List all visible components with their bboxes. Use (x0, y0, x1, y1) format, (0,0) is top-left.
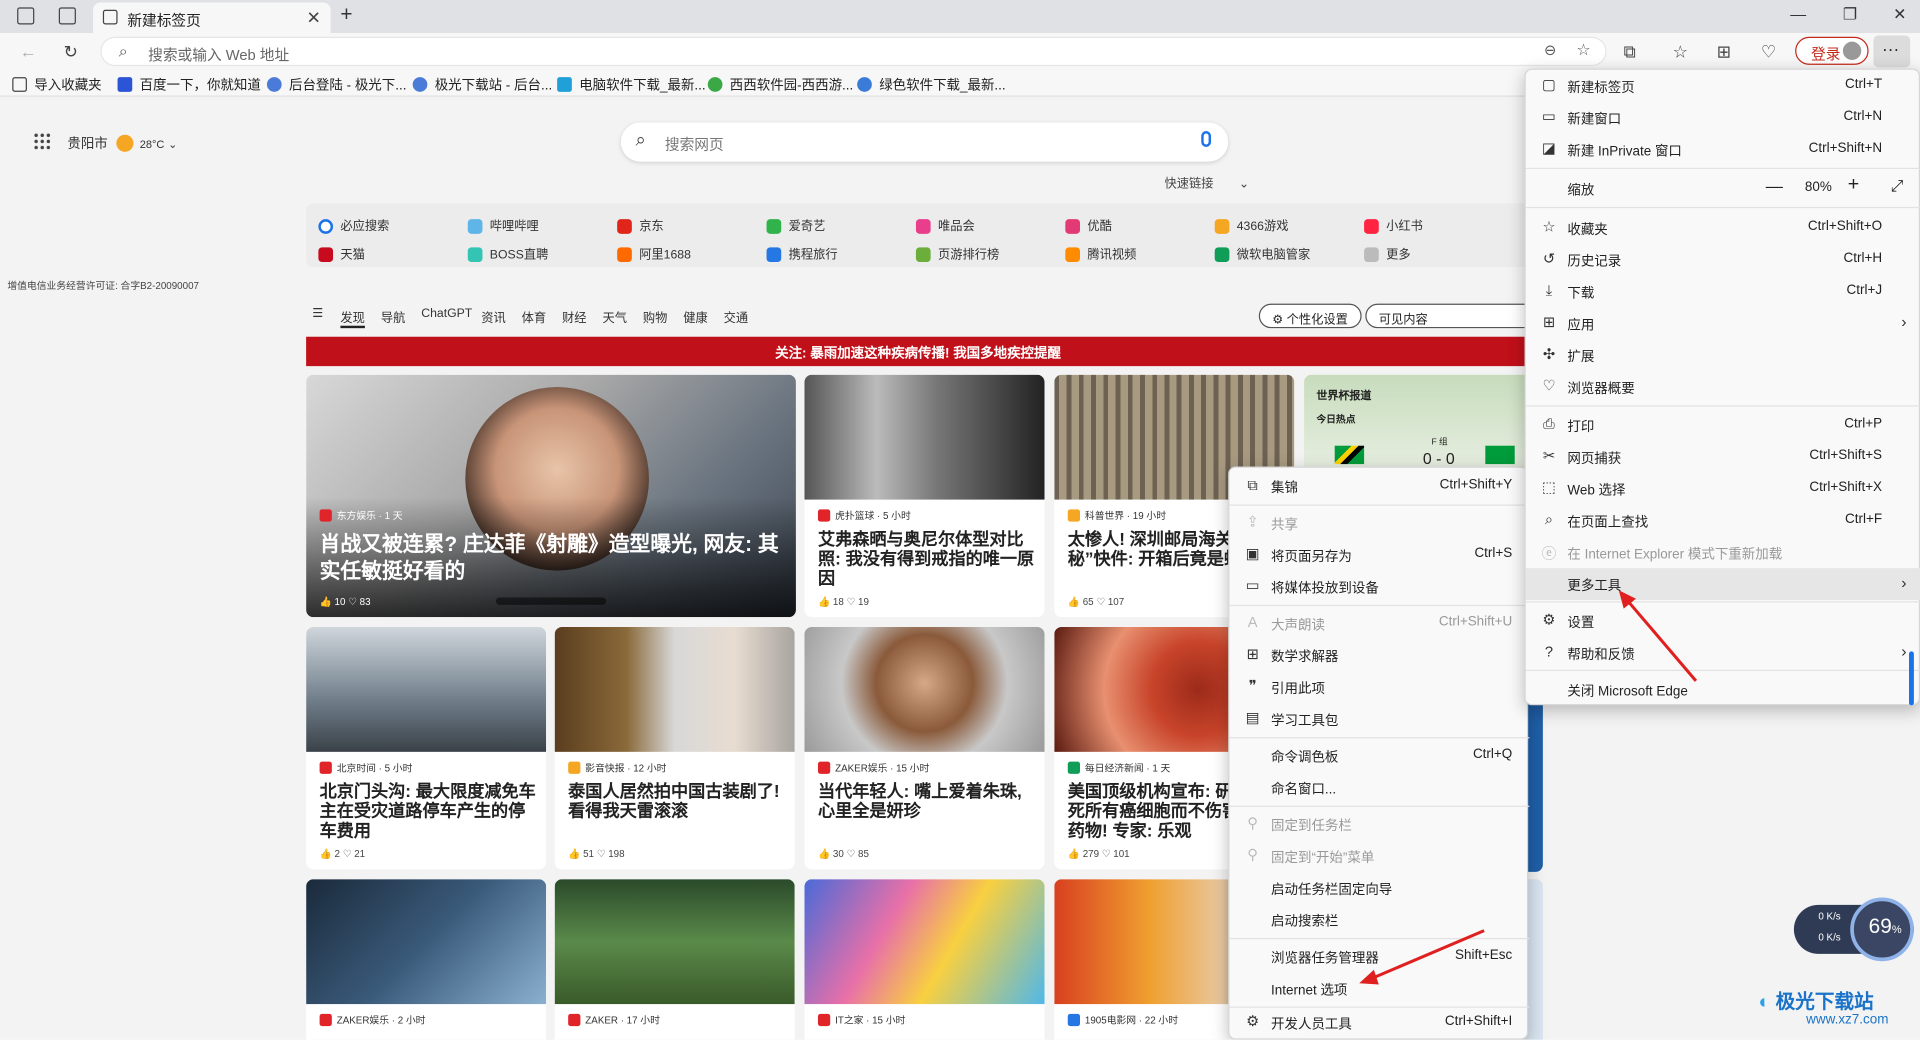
download-speed: 0 K/s (1818, 931, 1841, 943)
upload-speed: 0 K/s (1818, 911, 1841, 923)
watermark-url: www.xz7.com (1806, 1012, 1889, 1028)
watermark-logo: ◐ 极光下载站 (1758, 991, 1874, 1013)
arrow-internet-options (1368, 929, 1485, 982)
annotation-arrows (1359, 590, 1698, 985)
logo-icon: ◐ (1758, 991, 1771, 1013)
arrowhead (1359, 969, 1379, 985)
network-speed-widget[interactable]: 0 K/s 0 K/s 69% (1793, 897, 1914, 962)
arrow-more-tools (1623, 596, 1698, 682)
gauge-percent: 69% (1868, 914, 1902, 938)
